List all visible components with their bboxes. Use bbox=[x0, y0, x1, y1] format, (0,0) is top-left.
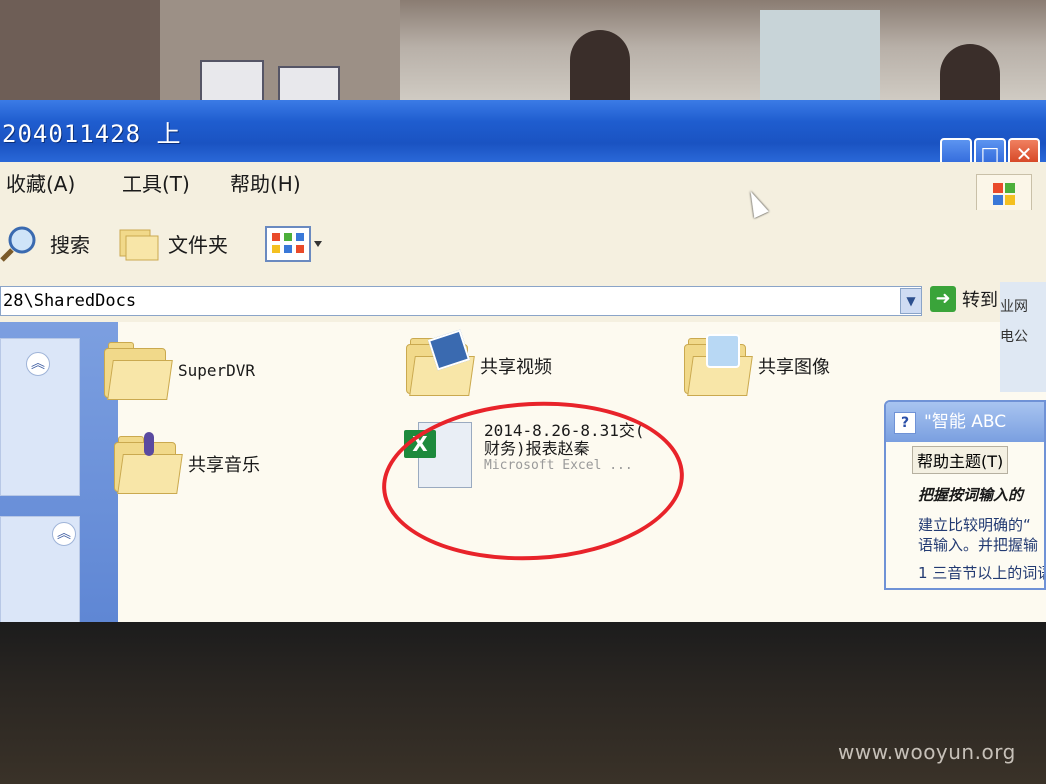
folder-label: 共享音乐 bbox=[188, 455, 260, 476]
help-text-line: 建立比较明确的“ bbox=[918, 516, 1031, 534]
edge-text: 业网 bbox=[1000, 299, 1028, 315]
folder-item[interactable]: 共享图像 bbox=[684, 334, 830, 396]
title-bar[interactable]: 204011428 上 _ □ ✕ bbox=[0, 100, 1046, 170]
views-button[interactable] bbox=[264, 222, 322, 264]
edge-text: 电公 bbox=[1000, 329, 1028, 345]
collapse-chevron-icon[interactable]: ︽ bbox=[52, 522, 76, 546]
menu-tools[interactable]: 工具(T) bbox=[122, 168, 190, 197]
folders-button[interactable]: 文件夹 bbox=[118, 222, 228, 264]
address-bar: 28\SharedDocs ▼ ➜ 转到 bbox=[0, 280, 1046, 323]
address-dropdown-icon[interactable]: ▼ bbox=[900, 288, 922, 314]
go-label: 转到 bbox=[962, 290, 998, 311]
image-folder-icon bbox=[684, 334, 753, 396]
help-question-icon: ? bbox=[894, 412, 916, 434]
help-topics-tab[interactable]: 帮助主题(T) bbox=[912, 446, 1009, 474]
folder-item[interactable]: 共享视频 bbox=[406, 329, 552, 396]
search-button[interactable]: 搜索 bbox=[0, 222, 90, 264]
search-icon bbox=[0, 226, 36, 262]
menu-help[interactable]: 帮助(H) bbox=[230, 168, 301, 197]
folder-label: 共享图像 bbox=[758, 357, 830, 378]
search-label: 搜索 bbox=[50, 232, 90, 257]
collapse-chevron-icon[interactable]: ︽ bbox=[26, 352, 50, 376]
go-button[interactable]: ➜ 转到 bbox=[930, 286, 998, 312]
folder-label: SuperDVR bbox=[178, 360, 256, 380]
background-window-edge: 业网 电公 bbox=[1000, 282, 1046, 392]
folder-icon bbox=[119, 229, 159, 261]
watermark: www.wooyun.org bbox=[838, 740, 1016, 764]
views-icon bbox=[265, 226, 322, 262]
folder-item[interactable]: 共享音乐 bbox=[114, 432, 260, 494]
help-text-line: 1 三音节以上的词语 bbox=[918, 564, 1046, 582]
folder-item[interactable]: SuperDVR bbox=[104, 342, 256, 400]
menu-favorites[interactable]: 收藏(A) bbox=[6, 168, 75, 197]
go-arrow-icon: ➜ bbox=[930, 286, 956, 312]
window-title: 204011428 上 bbox=[2, 120, 182, 148]
toolbar: 搜索 文件夹 bbox=[0, 210, 1046, 281]
help-heading: 把握按词输入的 bbox=[918, 486, 1024, 504]
help-title-bar[interactable]: ? "智能 ABC bbox=[886, 402, 1044, 442]
menu-bar: 收藏(A) 工具(T) 帮助(H) bbox=[0, 162, 1046, 211]
task-pane: ︽ ︽ bbox=[0, 322, 118, 630]
music-folder-icon bbox=[114, 432, 183, 494]
folders-label: 文件夹 bbox=[168, 232, 228, 257]
help-text-line: 语输入。并把握输 bbox=[918, 536, 1039, 554]
video-folder-icon bbox=[406, 329, 475, 396]
address-input[interactable]: 28\SharedDocs bbox=[0, 286, 922, 316]
folder-icon bbox=[104, 342, 173, 400]
folder-label: 共享视频 bbox=[480, 357, 552, 378]
help-title: "智能 ABC bbox=[924, 412, 1007, 432]
help-popup: ? "智能 ABC 帮助主题(T) 把握按词输入的 建立比较明确的“ 语输入。并… bbox=[884, 400, 1046, 590]
